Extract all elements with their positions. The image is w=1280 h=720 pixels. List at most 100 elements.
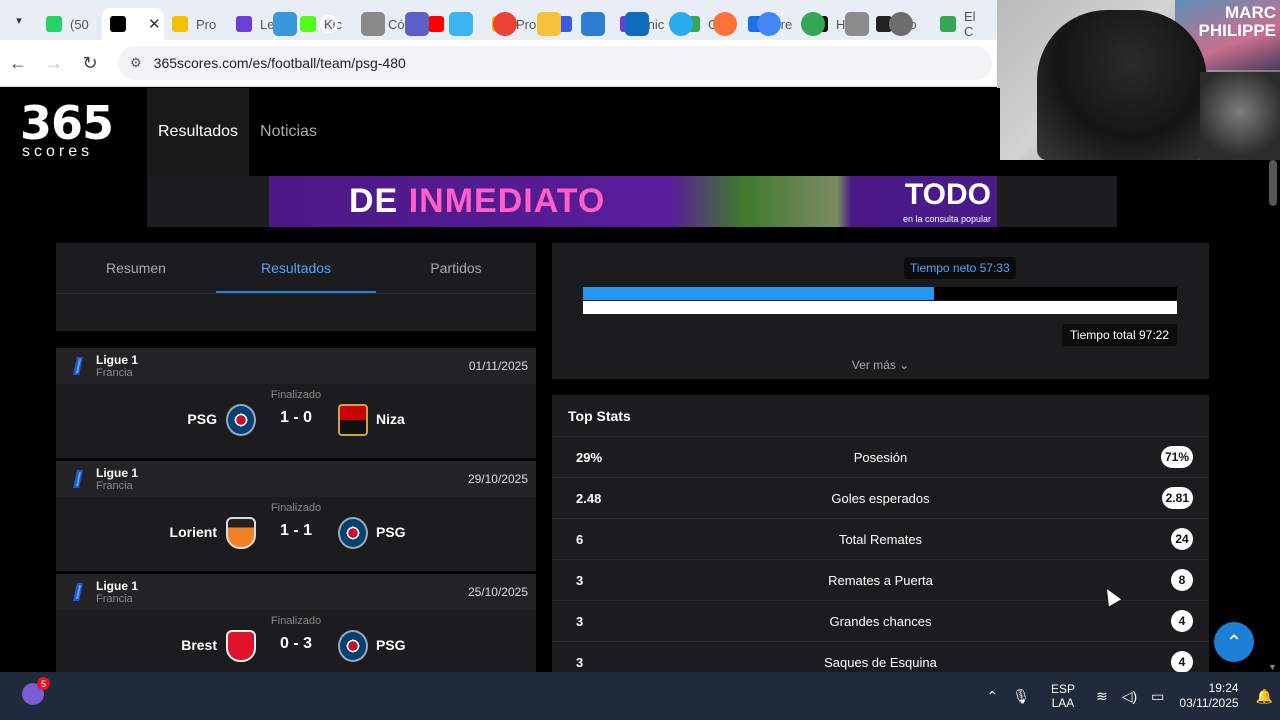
away-team-name: Niza — [376, 411, 405, 427]
settings-icon-glyph — [845, 12, 869, 36]
nav-resultados[interactable]: Resultados — [147, 88, 250, 176]
away-team-crest-icon — [338, 517, 368, 549]
task-view-icon-glyph — [361, 12, 385, 36]
stat-name: Grandes chances — [829, 614, 932, 629]
top-stats-card: Top Stats 29% Posesión 71% 2.48 Goles espera… — [552, 395, 1209, 683]
scroll-down-arrow-icon[interactable]: ▼ — [1268, 662, 1277, 672]
firefox-icon[interactable] — [703, 8, 747, 40]
play-time-card: Tiempo neto 57:33 Tiempo total 97:22 Ver… — [552, 243, 1209, 379]
ver-mas-button[interactable]: Ver más ⌄ — [552, 358, 1209, 372]
url-field[interactable]: ⚙ 365scores.com/es/football/team/psg-480 — [118, 46, 992, 80]
ad-banner-container: DE INMEDIATO TODO en la consulta popular — [147, 176, 1117, 227]
ligue1-icon — [73, 357, 83, 375]
outlook-icon[interactable] — [615, 8, 659, 40]
ad-todo-text: TODO — [904, 178, 991, 211]
scroll-to-top-button[interactable]: ⌃ — [1214, 622, 1254, 662]
tab-favicon-icon — [110, 16, 126, 32]
lang-bottom: LAA — [1051, 696, 1075, 710]
search-icon-glyph — [320, 15, 338, 33]
tab-close-icon[interactable]: ✕ — [148, 15, 161, 33]
copilot-icon-glyph — [449, 12, 473, 36]
total-time-label: Tiempo total 97:22 — [1062, 324, 1177, 346]
stat-right-value: 71% — [1160, 446, 1193, 468]
chrome-profile-icon-glyph — [757, 12, 781, 36]
tab-search-dropdown-icon[interactable]: ▾ — [0, 0, 38, 40]
recorder-icon[interactable] — [879, 8, 923, 40]
lang-top: ESP — [1050, 682, 1075, 696]
start-icon-glyph — [273, 12, 297, 36]
wifi-icon[interactable]: ≋ — [1096, 688, 1108, 705]
chrome-icon[interactable] — [483, 8, 527, 40]
tab-resultados[interactable]: Resultados — [216, 243, 376, 293]
nav-noticias[interactable]: Noticias — [249, 88, 328, 176]
chrome-alt-icon[interactable] — [791, 8, 835, 40]
tab-favicon-icon — [172, 16, 188, 32]
widgets-icon[interactable]: 5 — [22, 677, 50, 705]
meet-icon[interactable] — [395, 8, 439, 40]
site-info-icon[interactable]: ⚙ — [130, 55, 142, 71]
clock[interactable]: 19:24 03/11/2025 — [1179, 681, 1238, 711]
microsoft-store-icon[interactable] — [571, 8, 615, 40]
input-language[interactable]: ESP LAA — [1051, 682, 1075, 710]
match-card[interactable]: Ligue 1 Francia 01/11/2025 Finalizado PSG 1 -… — [56, 348, 536, 458]
match-status: Finalizado — [270, 389, 322, 401]
notification-bell-icon[interactable]: 🔔 — [1256, 688, 1273, 705]
system-tray: ⌃ 🎙 ESP LAA ≋ ◁) ▭ 19:24 03/11/2025 🔔 — [979, 672, 1280, 720]
stat-row: 3 Grandes chances 4 — [552, 601, 1209, 642]
league-country: Francia — [96, 593, 133, 605]
stat-row: 2.48 Goles esperados 2.81 — [552, 478, 1209, 519]
clock-time: 19:24 — [1208, 681, 1239, 695]
match-card[interactable]: Ligue 1 Francia 25/10/2025 Finalizado Brest 0… — [56, 574, 536, 684]
webcam-overlay: MARC PHILIPPE — [997, 0, 1280, 160]
copilot-icon[interactable] — [439, 8, 483, 40]
forward-arrow-icon[interactable]: → — [36, 53, 72, 74]
league-header: Ligue 1 Francia 29/10/2025 — [56, 461, 536, 497]
poster-text: MARC PHILIPPE — [1198, 3, 1276, 40]
search-icon[interactable] — [307, 8, 351, 40]
match-date: 29/10/2025 — [467, 472, 528, 486]
browser-tab[interactable]: ✕ — [102, 8, 164, 40]
volume-icon[interactable]: ◁) — [1122, 688, 1137, 705]
telegram-icon[interactable] — [659, 8, 703, 40]
scrollbar-thumb[interactable] — [1269, 160, 1277, 206]
top-stats-title: Top Stats — [552, 395, 1209, 437]
chrome-profile-icon[interactable] — [747, 8, 791, 40]
browser-tab[interactable]: (50 — [38, 8, 102, 40]
site-logo[interactable]: 365 scores — [20, 100, 114, 160]
microsoft-store-icon-glyph — [581, 12, 605, 36]
taskbar-apps — [263, 8, 923, 40]
chevron-up-tray-icon[interactable]: ⌃ — [986, 688, 998, 705]
home-team-crest-icon — [226, 404, 256, 436]
reload-icon[interactable]: ↻ — [72, 53, 108, 74]
away-team-name: PSG — [376, 524, 406, 540]
microphone-icon[interactable]: 🎙 — [1012, 688, 1030, 705]
meet-icon-glyph — [405, 12, 429, 36]
stat-name: Saques de Esquina — [824, 655, 937, 670]
file-explorer-icon[interactable] — [527, 8, 571, 40]
page-scrollbar[interactable]: ▼ — [1265, 160, 1280, 672]
ad-banner[interactable]: DE INMEDIATO TODO en la consulta popular — [269, 176, 997, 227]
stat-name: Posesión — [853, 450, 908, 465]
wall-lion-picture — [1200, 72, 1280, 160]
browser-tab[interactable]: Pro — [164, 8, 228, 40]
league-name: Ligue 1 — [96, 466, 139, 480]
back-arrow-icon[interactable]: ← — [0, 53, 36, 74]
ad-headline: DE INMEDIATO — [349, 182, 605, 221]
match-card[interactable]: Ligue 1 Francia 29/10/2025 Finalizado Lorien… — [56, 461, 536, 571]
start-icon[interactable] — [263, 8, 307, 40]
league-country: Francia — [96, 480, 133, 492]
tab-partidos[interactable]: Partidos — [376, 243, 536, 293]
recorder-icon-glyph — [889, 12, 913, 36]
task-view-icon[interactable] — [351, 8, 395, 40]
away-team-crest-icon — [338, 630, 368, 662]
battery-icon[interactable]: ▭ — [1151, 688, 1164, 705]
ligue1-icon — [73, 583, 83, 601]
stat-right-value: 24 — [1171, 528, 1193, 550]
browser-tab[interactable]: El C — [932, 8, 996, 40]
file-explorer-icon-glyph — [537, 12, 561, 36]
tab-resumen[interactable]: Resumen — [56, 243, 216, 293]
url-text: 365scores.com/es/football/team/psg-480 — [153, 55, 406, 71]
home-team-crest-icon — [226, 517, 256, 549]
ligue1-icon — [73, 470, 83, 488]
settings-icon[interactable] — [835, 8, 879, 40]
